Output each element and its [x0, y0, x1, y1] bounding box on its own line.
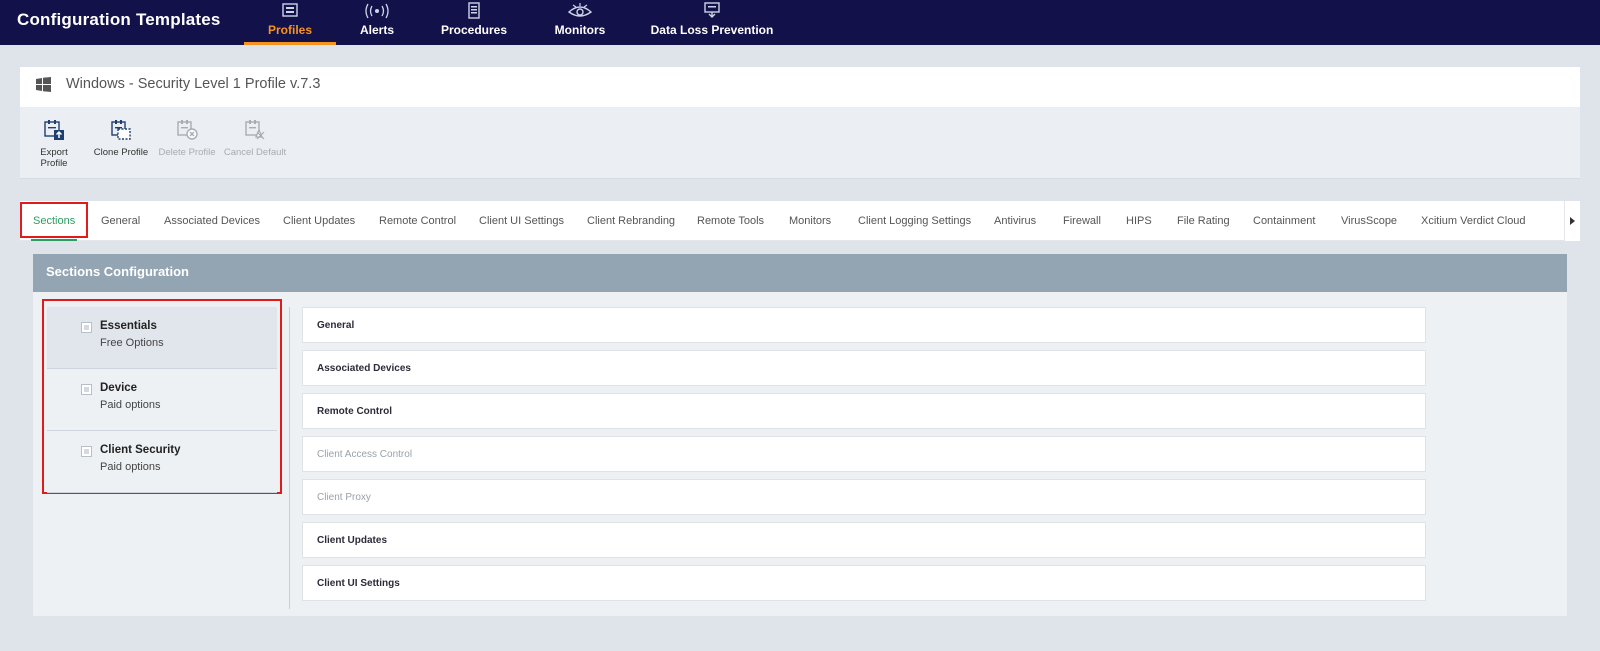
- nav-monitors[interactable]: Monitors: [552, 0, 608, 45]
- nav-alerts-label: Alerts: [359, 23, 394, 37]
- windows-icon: [36, 77, 51, 92]
- sections-content: Sections Configuration Essentials Free O…: [33, 254, 1567, 616]
- tab-monitors[interactable]: Monitors: [789, 201, 831, 241]
- top-navigation-bar: Configuration Templates Profiles Alerts …: [0, 0, 1600, 45]
- tab-client-logging-settings[interactable]: Client Logging Settings: [858, 201, 971, 241]
- category-essentials-checkbox[interactable]: [81, 322, 92, 333]
- nav-profiles[interactable]: Profiles: [244, 0, 336, 45]
- category-device-checkbox[interactable]: [81, 384, 92, 395]
- category-title: Essentials: [100, 320, 157, 332]
- tab-remote-control[interactable]: Remote Control: [379, 201, 456, 241]
- app-title: Configuration Templates: [17, 10, 221, 29]
- category-title: Client Security: [100, 444, 181, 456]
- tab-containment[interactable]: Containment: [1253, 201, 1315, 241]
- section-item-client-proxy[interactable]: Client Proxy: [302, 479, 1426, 515]
- delete-icon: [177, 120, 198, 140]
- profile-tabs: Sections General Associated Devices Clie…: [20, 201, 1580, 241]
- nav-procedures[interactable]: Procedures: [440, 0, 508, 45]
- tab-remote-tools[interactable]: Remote Tools: [697, 201, 764, 241]
- section-item-client-access-control[interactable]: Client Access Control: [302, 436, 1426, 472]
- clone-profile-button[interactable]: Clone Profile: [93, 119, 149, 158]
- nav-procedures-label: Procedures: [440, 23, 508, 37]
- tab-general[interactable]: General: [101, 201, 140, 241]
- section-item-general[interactable]: General: [302, 307, 1426, 343]
- nav-alerts[interactable]: Alerts: [352, 0, 402, 45]
- alerts-icon: [365, 3, 389, 19]
- tab-client-updates[interactable]: Client Updates: [283, 201, 355, 241]
- procedures-icon: [468, 2, 480, 19]
- section-item-remote-control[interactable]: Remote Control: [302, 393, 1426, 429]
- category-essentials[interactable]: Essentials Free Options: [47, 307, 277, 369]
- tab-hips[interactable]: HIPS: [1126, 201, 1152, 241]
- clone-profile-label: Clone Profile: [93, 147, 149, 158]
- category-device[interactable]: Device Paid options: [47, 369, 277, 431]
- delete-profile-button[interactable]: Delete Profile: [157, 119, 217, 158]
- nav-monitors-label: Monitors: [554, 23, 606, 37]
- category-subtitle: Free Options: [100, 337, 164, 349]
- tab-associated-devices[interactable]: Associated Devices: [164, 201, 260, 241]
- category-title: Device: [100, 382, 138, 394]
- profiles-icon: [282, 3, 298, 17]
- nav-active-underline: [244, 42, 336, 45]
- tab-scroll-right-arrow-icon[interactable]: [1564, 201, 1580, 241]
- cancel-default-label: Cancel Default: [223, 147, 287, 158]
- category-client-security-checkbox[interactable]: [81, 446, 92, 457]
- data-loss-prevention-icon: [704, 2, 720, 18]
- export-profile-label: Export Profile: [40, 147, 68, 169]
- section-categories: Essentials Free Options Device Paid opti…: [47, 307, 277, 493]
- profile-header: Windows - Security Level 1 Profile v.7.3: [20, 67, 1580, 107]
- profile-title: Windows - Security Level 1 Profile v.7.3: [66, 76, 321, 92]
- sections-configuration-header: Sections Configuration: [33, 254, 1567, 292]
- tab-antivirus[interactable]: Antivirus: [994, 201, 1036, 241]
- nav-profiles-label: Profiles: [267, 23, 312, 37]
- tab-xcitium-verdict-cloud[interactable]: Xcitium Verdict Cloud: [1421, 201, 1526, 241]
- cancel-default-button[interactable]: Cancel Default: [223, 119, 287, 158]
- export-profile-button[interactable]: Export Profile: [26, 119, 82, 169]
- delete-profile-label: Delete Profile: [158, 147, 216, 158]
- category-subtitle: Paid options: [100, 461, 161, 473]
- clone-icon: [111, 120, 131, 140]
- monitors-icon: [567, 3, 593, 17]
- section-item-client-updates[interactable]: Client Updates: [302, 522, 1426, 558]
- tab-client-ui-settings[interactable]: Client UI Settings: [479, 201, 564, 241]
- category-subtitle: Paid options: [100, 399, 161, 411]
- section-items-list: General Associated Devices Remote Contro…: [302, 307, 1426, 608]
- tab-firewall[interactable]: Firewall: [1063, 201, 1101, 241]
- nav-data-loss-prevention-label: Data Loss Prevention: [650, 23, 774, 37]
- section-item-associated-devices[interactable]: Associated Devices: [302, 350, 1426, 386]
- tab-sections-highlight: [20, 202, 88, 238]
- nav-data-loss-prevention[interactable]: Data Loss Prevention: [650, 0, 774, 45]
- section-item-client-ui-settings[interactable]: Client UI Settings: [302, 565, 1426, 601]
- tab-client-rebranding[interactable]: Client Rebranding: [587, 201, 675, 241]
- profile-toolbar: Export Profile Clone Profile Delete Prof…: [20, 107, 1580, 179]
- tab-file-rating[interactable]: File Rating: [1177, 201, 1230, 241]
- panel-divider: [289, 307, 290, 609]
- category-client-security[interactable]: Client Security Paid options: [47, 431, 277, 493]
- cancel-default-icon: [245, 120, 265, 140]
- export-icon: [44, 120, 64, 140]
- tab-virusscope[interactable]: VirusScope: [1341, 201, 1397, 241]
